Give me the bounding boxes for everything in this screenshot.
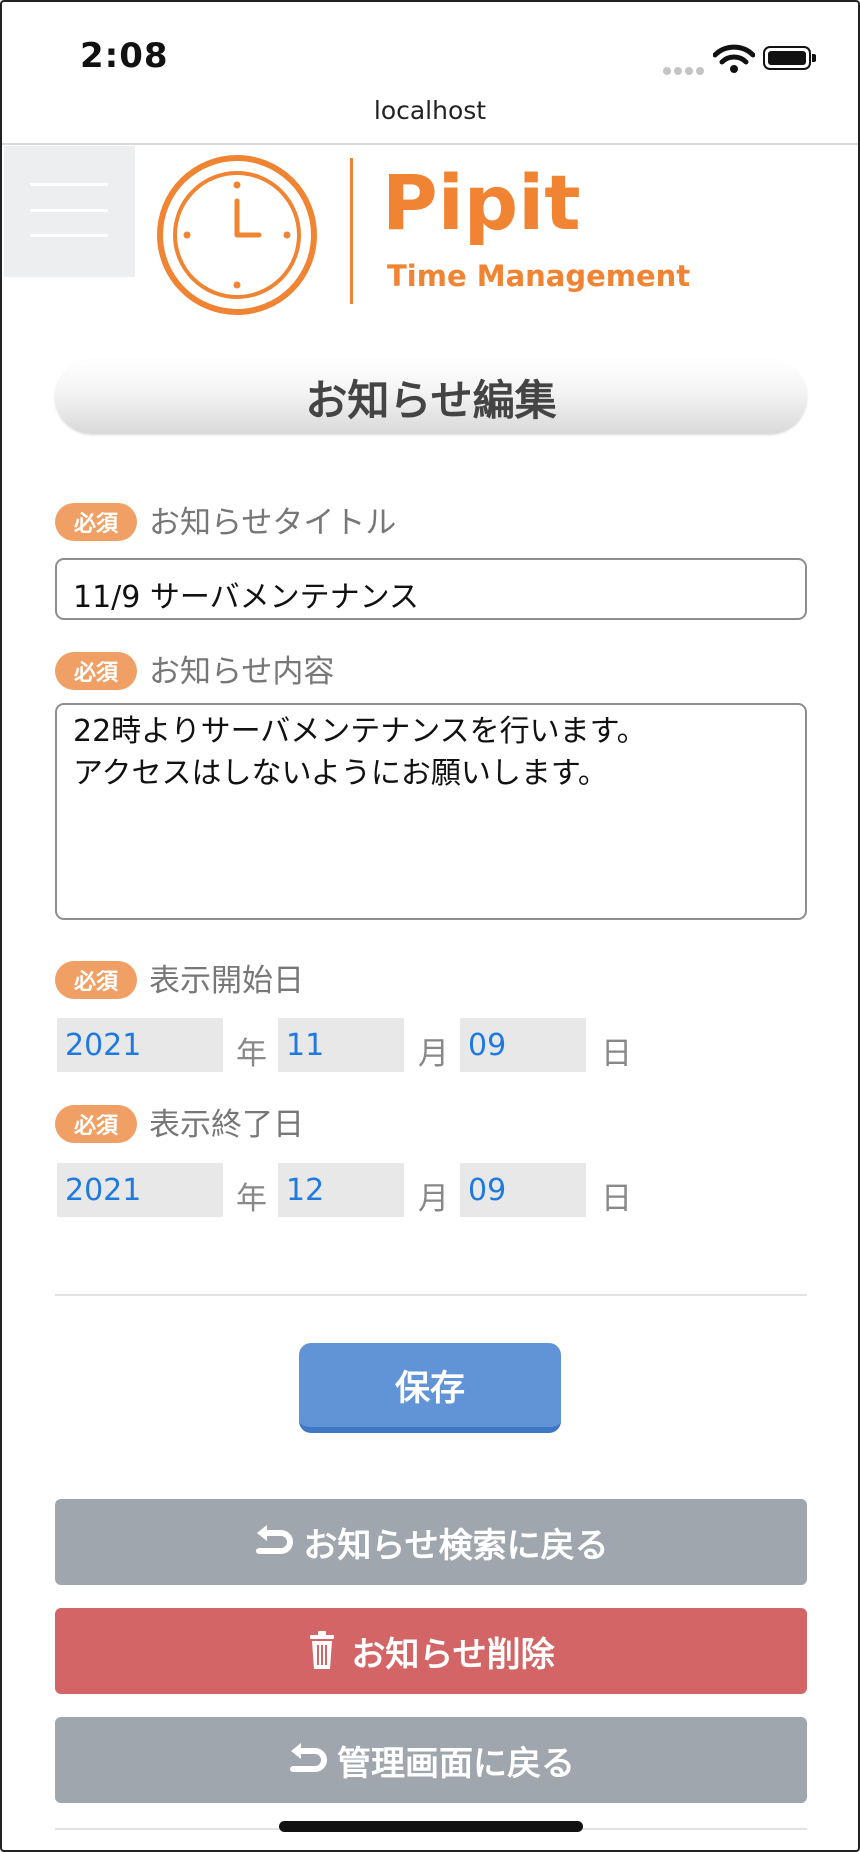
return-arrow-icon — [256, 1525, 294, 1554]
day-unit-label: 日 — [601, 1036, 632, 1072]
home-indicator[interactable] — [279, 1821, 583, 1832]
notice-content-textarea[interactable]: 22時よりサーバメンテナンスを行います。 アクセスはしないようにお願いします。 — [55, 703, 807, 920]
notice-content-label: お知らせ内容 — [149, 654, 335, 690]
required-badge: 必須 — [55, 961, 137, 999]
start-day-select[interactable]: 09 — [460, 1018, 586, 1072]
month-unit-label: 月 — [418, 1036, 449, 1072]
notice-title-label: お知らせタイトル — [149, 505, 397, 541]
brand-tagline: Time Management — [387, 259, 691, 293]
end-date-label: 表示終了日 — [149, 1107, 304, 1143]
back-to-search-label: お知らせ検索に戻る — [303, 1525, 609, 1566]
return-arrow-icon — [290, 1743, 327, 1772]
back-to-search-button[interactable]: お知らせ検索に戻る — [55, 1499, 807, 1585]
year-unit-label: 年 — [236, 1036, 267, 1072]
hamburger-menu-button[interactable] — [4, 146, 135, 277]
delete-notice-label: お知らせ削除 — [351, 1634, 555, 1675]
back-to-admin-label: 管理画面に戻る — [337, 1743, 575, 1784]
section-divider — [55, 1294, 807, 1296]
month-unit-label: 月 — [418, 1181, 449, 1217]
clock-logo-icon — [157, 155, 317, 315]
required-badge: 必須 — [55, 1105, 137, 1143]
address-bar-divider — [2, 143, 858, 145]
wifi-icon — [713, 44, 755, 73]
page-title: お知らせ編集 — [55, 360, 807, 434]
required-badge: 必須 — [55, 652, 137, 690]
end-month-select[interactable]: 12 — [278, 1163, 404, 1217]
notice-title-input[interactable]: 11/9 サーバメンテナンス — [55, 558, 807, 620]
start-year-select[interactable]: 2021 — [57, 1018, 223, 1072]
notice-content-line: 22時よりサーバメンテナンスを行います。 — [73, 714, 647, 749]
start-month-select[interactable]: 11 — [278, 1018, 404, 1072]
address-bar-url[interactable]: localhost — [0, 96, 860, 125]
day-unit-label: 日 — [601, 1181, 632, 1217]
logo-divider — [350, 158, 353, 304]
notice-title-value: 11/9 サーバメンテナンス — [73, 580, 420, 615]
trash-icon — [310, 1631, 335, 1669]
battery-icon — [763, 46, 816, 70]
start-date-label: 表示開始日 — [149, 963, 304, 999]
brand-name: Pipit — [382, 158, 581, 247]
end-day-select[interactable]: 09 — [460, 1163, 586, 1217]
end-year-select[interactable]: 2021 — [57, 1163, 223, 1217]
notice-content-line: アクセスはしないようにお願いします。 — [73, 756, 608, 791]
back-to-admin-button[interactable]: 管理画面に戻る — [55, 1717, 807, 1803]
cellular-signal-icon — [663, 60, 707, 79]
year-unit-label: 年 — [236, 1181, 267, 1217]
status-time: 2:08 — [80, 36, 169, 76]
save-button[interactable]: 保存 — [299, 1343, 561, 1433]
delete-notice-button[interactable]: お知らせ削除 — [55, 1608, 807, 1694]
required-badge: 必須 — [55, 503, 137, 541]
